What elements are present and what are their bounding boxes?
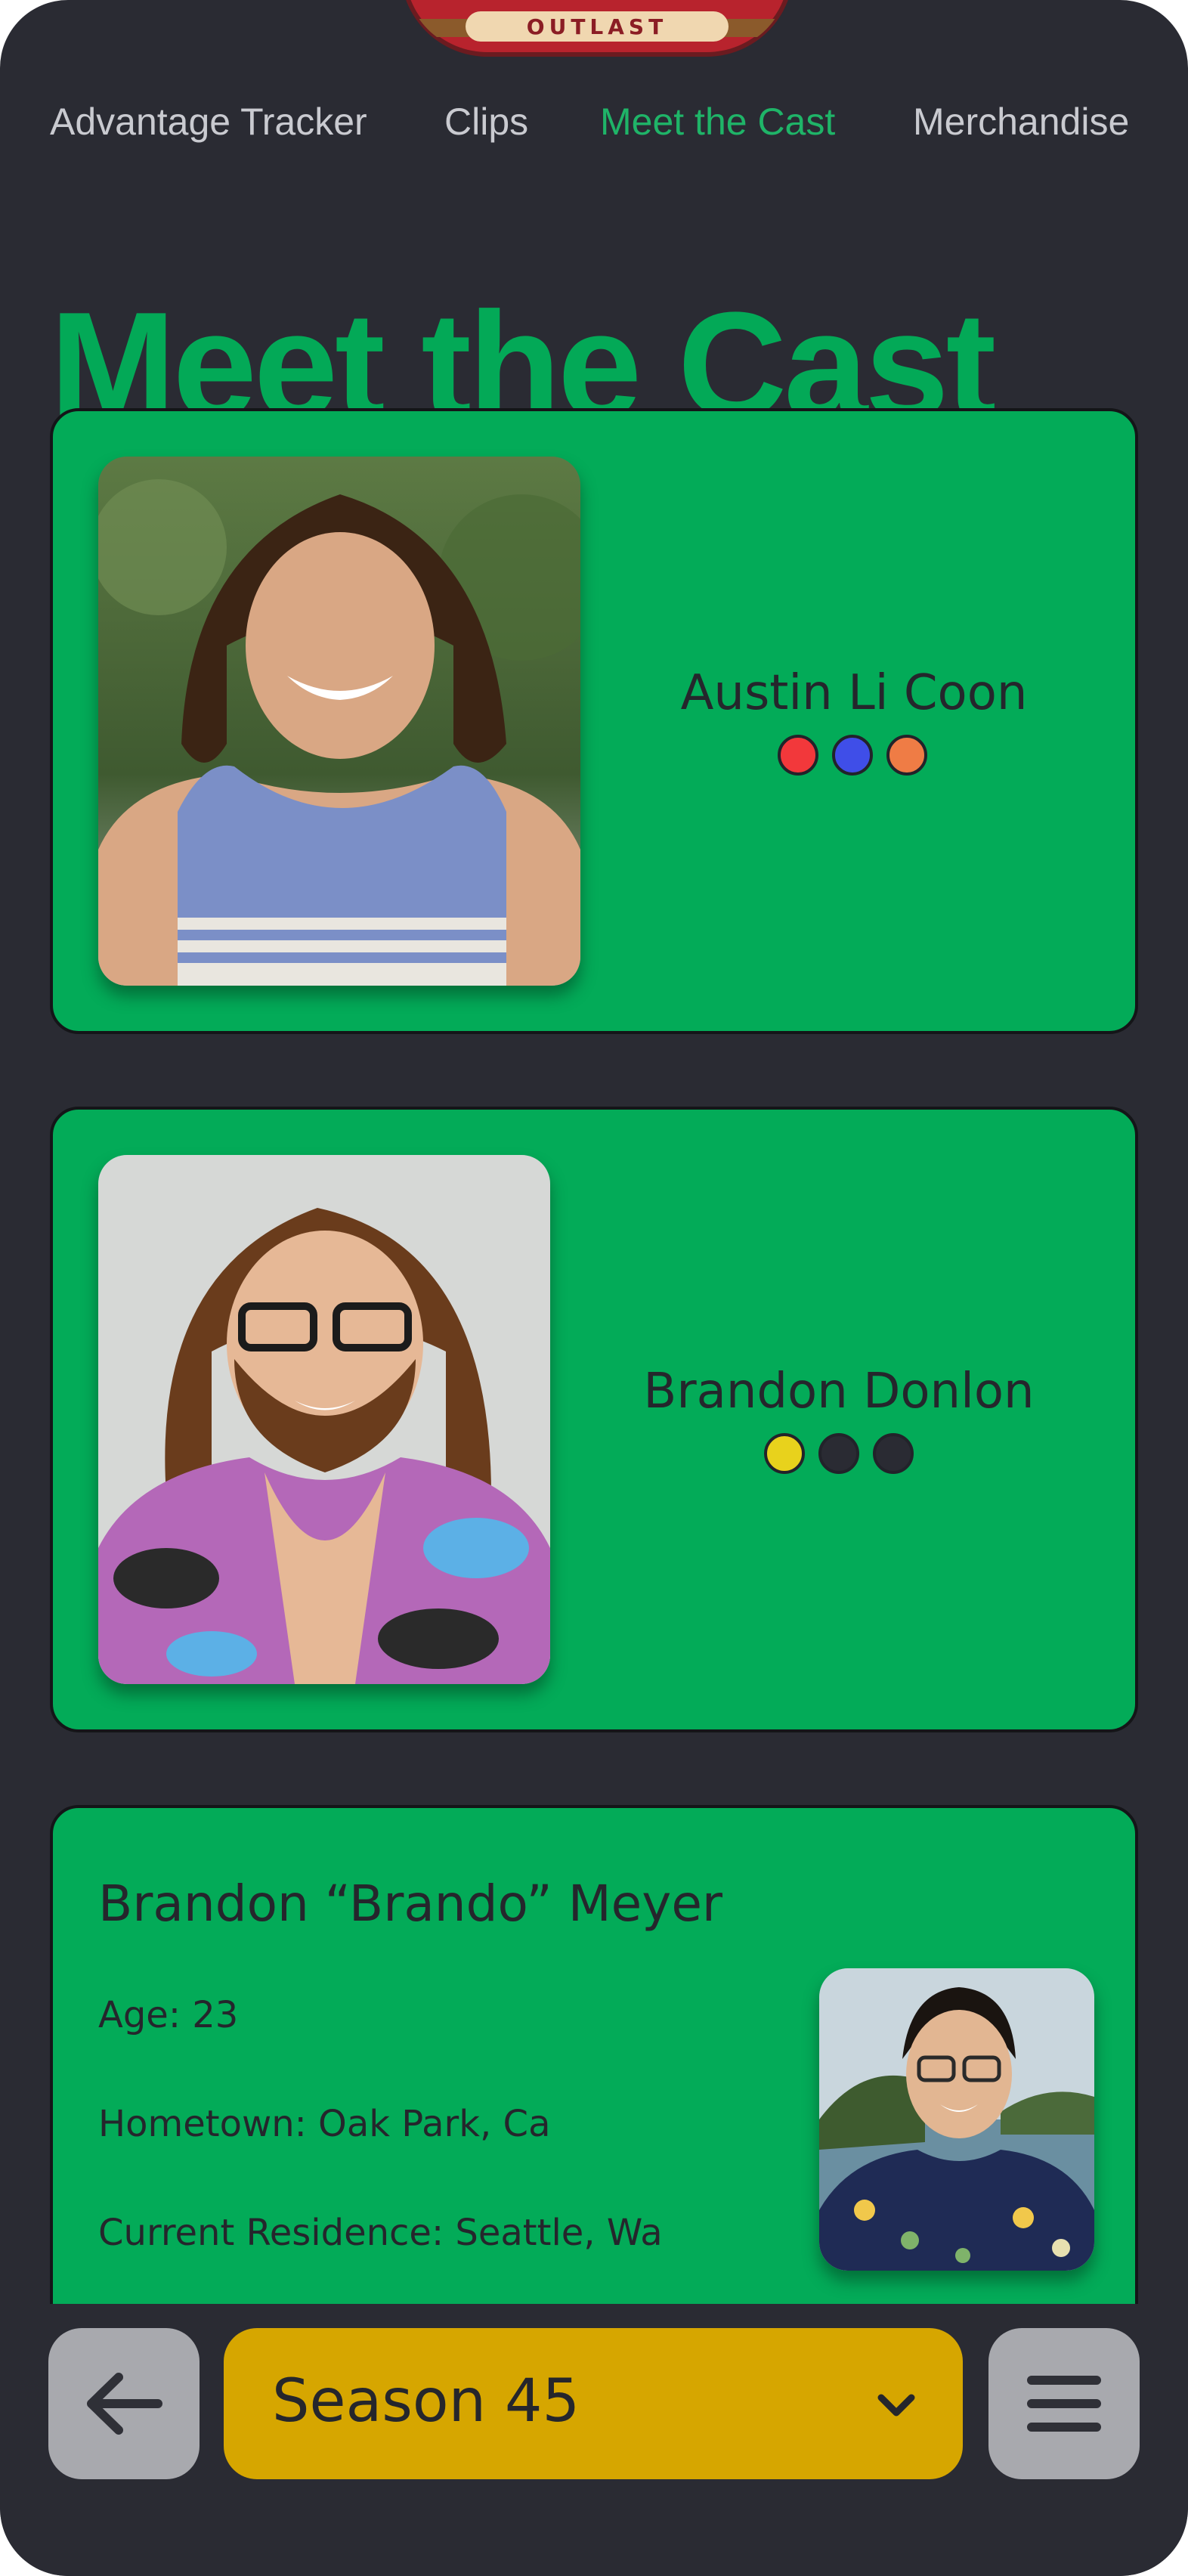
cast-card[interactable]: Brandon Donlon	[50, 1107, 1138, 1732]
season-select[interactable]: Season 45	[224, 2328, 963, 2479]
bottom-toolbar: Season 45	[0, 2304, 1188, 2576]
menu-button[interactable]	[988, 2328, 1140, 2479]
top-nav: Advantage Tracker Clips Meet the Cast Me…	[0, 100, 1188, 153]
cast-hometown: Hometown: Oak Park, Ca	[98, 2103, 551, 2145]
chevron-down-icon	[877, 2394, 915, 2417]
back-button[interactable]	[48, 2328, 200, 2479]
cast-detail-name: Brandon “Brando” Meyer	[98, 1875, 723, 1933]
cast-name: Austin Li Coon	[680, 665, 1028, 721]
tribe-dot	[778, 735, 818, 776]
cast-photo	[819, 1968, 1094, 2271]
season-label: Season 45	[272, 2367, 580, 2435]
nav-clips[interactable]: Clips	[444, 100, 528, 144]
nav-advantage-tracker[interactable]: Advantage Tracker	[50, 100, 367, 144]
tribe-dots	[778, 735, 927, 776]
nav-merchandise[interactable]: Merchandise	[913, 100, 1129, 144]
tribe-dot	[886, 735, 927, 776]
cast-card[interactable]: Austin Li Coon	[50, 408, 1138, 1034]
tribe-dot	[832, 735, 873, 776]
tribe-dot	[873, 1433, 914, 1474]
nav-meet-the-cast[interactable]: Meet the Cast	[600, 100, 835, 144]
tribe-dot	[764, 1433, 805, 1474]
cast-photo	[98, 457, 580, 986]
cast-photo	[98, 1155, 550, 1684]
app-screen: OUTLAST Advantage Tracker Clips Meet the…	[0, 0, 1188, 2576]
hamburger-menu-icon	[1027, 2376, 1101, 2432]
tribe-dot	[818, 1433, 859, 1474]
logo-banner: OUTLAST	[466, 11, 729, 42]
arrow-left-icon	[87, 2373, 162, 2435]
cast-name: Brandon Donlon	[643, 1364, 1035, 1420]
logo-text: OUTLAST	[526, 14, 668, 39]
cast-age: Age: 23	[98, 1994, 239, 2036]
cast-residence: Current Residence: Seattle, Wa	[98, 2212, 663, 2254]
show-logo[interactable]: OUTLAST	[401, 0, 794, 57]
tribe-dots	[764, 1433, 914, 1474]
